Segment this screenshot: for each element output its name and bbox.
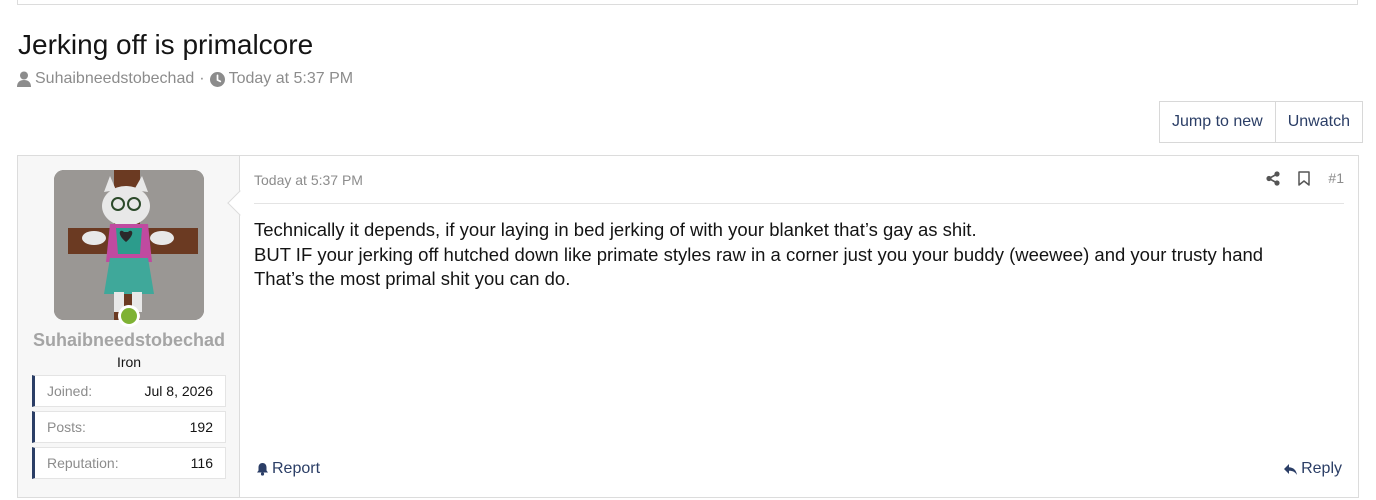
post-number-link[interactable]: #1 [1328,170,1344,186]
post-line: That’s the most primal shit you can do. [254,268,571,289]
post-line: Technically it depends, if your laying i… [254,219,977,240]
avatar[interactable] [54,170,204,320]
post-username[interactable]: Suhaibneedstobechad [18,330,240,351]
stat-key: Posts: [47,419,86,435]
post-header-divider [254,203,1344,204]
post-actions: #1 [1248,170,1344,186]
bell-icon [256,462,272,476]
post-body: Technically it depends, if your laying i… [254,218,1263,292]
stat-key: Joined: [47,383,93,399]
stat-value: Jul 8, 2026 [144,383,214,399]
stat-key: Reputation: [47,455,119,471]
stat-joined: Joined: Jul 8, 2026 [32,375,226,407]
share-icon[interactable] [1266,170,1281,186]
clock-icon [209,71,225,87]
post-main: Today at 5:37 PM #1 Technically it depen… [254,156,1344,497]
post-user-panel: Suhaibneedstobechad Iron Joined: Jul 8, … [18,156,240,497]
thread-time-link[interactable]: Today at 5:37 PM [229,70,354,88]
meta-separator: · [199,70,205,87]
thread-button-group: Jump to new Unwatch [1159,101,1363,143]
stat-value: 116 [190,455,213,471]
stat-reputation: Reputation: 116 [32,447,226,479]
thread-title: Jerking off is primalcore [18,29,314,60]
bookmark-icon[interactable] [1298,170,1311,186]
reply-button[interactable]: Reply [1283,460,1342,478]
user-icon [17,71,31,87]
unwatch-button[interactable]: Unwatch [1274,102,1362,142]
report-label: Report [272,460,321,477]
post-line: BUT IF your jerking off hutched down lik… [254,243,1264,265]
stat-posts: Posts: 192 [32,411,226,443]
user-rank: Iron [116,354,142,370]
thread-author-link[interactable]: Suhaibneedstobechad [35,70,194,88]
post: Suhaibneedstobechad Iron Joined: Jul 8, … [17,155,1359,498]
previous-block-edge [17,0,1358,5]
thread-meta: Suhaibneedstobechad · Today at 5:37 PM [17,70,353,88]
report-button[interactable]: Report [256,460,320,478]
post-date-link[interactable]: Today at 5:37 PM [254,172,363,188]
reply-icon [1283,463,1301,476]
reply-label: Reply [1301,460,1342,477]
stat-value: 192 [189,419,213,435]
online-status-dot [118,305,140,327]
jump-to-new-button[interactable]: Jump to new [1160,102,1275,142]
